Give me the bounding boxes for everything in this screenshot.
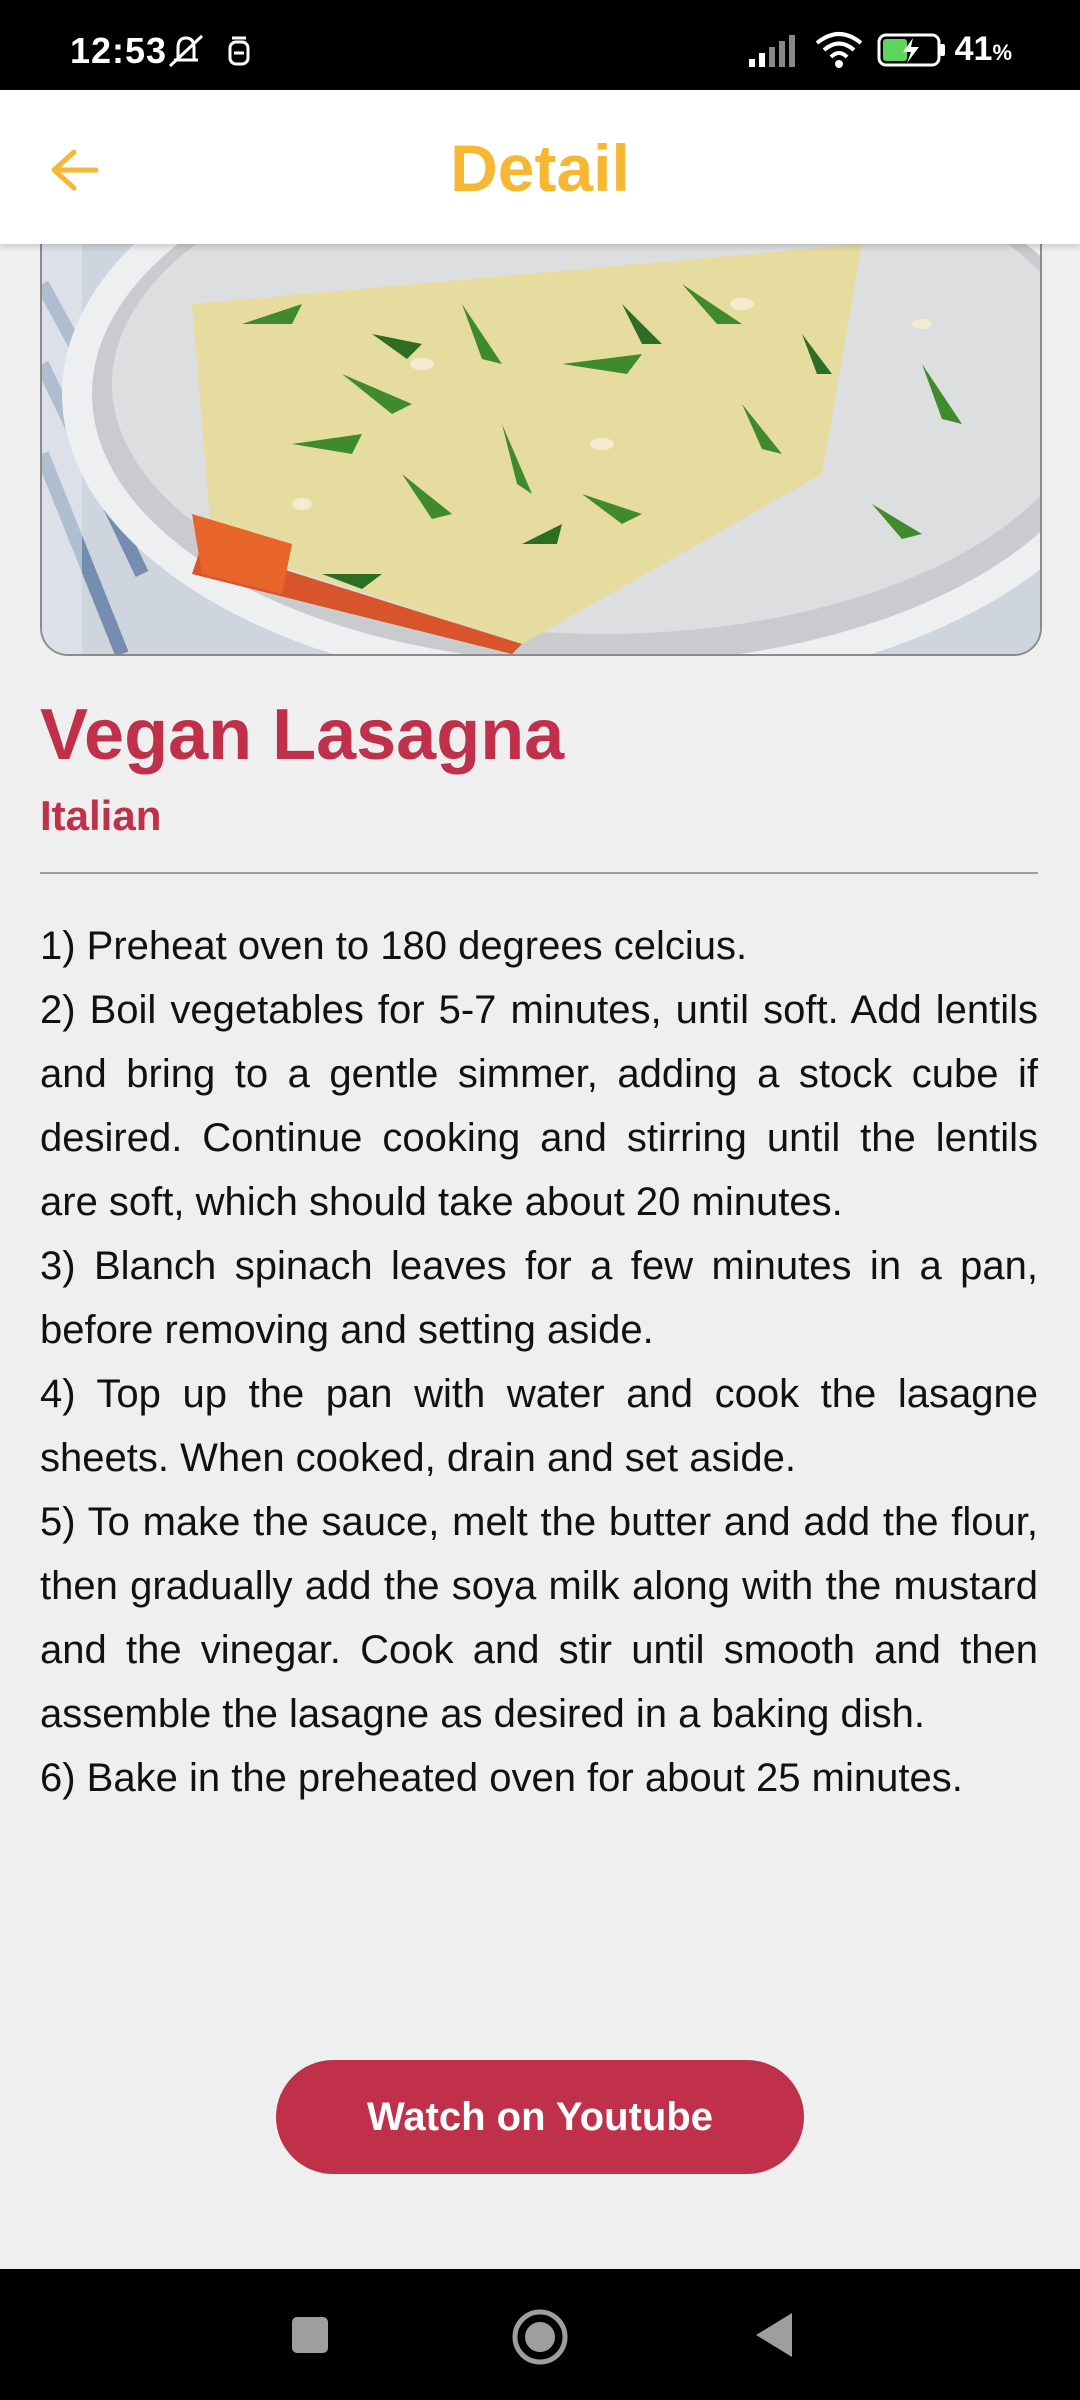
recipe-name: Vegan Lasagna bbox=[40, 695, 565, 775]
app-bar: Detail bbox=[0, 90, 1080, 244]
system-nav-bar bbox=[0, 2269, 1080, 2400]
instruction-step: 2) Boil vegetables for 5-7 minutes, unti… bbox=[40, 988, 1038, 1224]
wifi-icon bbox=[815, 31, 862, 68]
alarm-icon bbox=[228, 36, 250, 66]
instruction-step: 6) Bake in the preheated oven for about … bbox=[40, 1756, 963, 1800]
back-nav-icon bbox=[756, 2313, 792, 2357]
battery-charging-icon bbox=[877, 33, 945, 66]
battery-percent: 41% bbox=[954, 30, 1012, 68]
status-time: 12:53 bbox=[70, 30, 168, 71]
recipe-image bbox=[40, 244, 1042, 656]
watch-youtube-button[interactable]: Watch on Youtube bbox=[276, 2060, 804, 2174]
divider bbox=[40, 872, 1038, 874]
detail-scroll[interactable]: Vegan Lasagna Italian 1) Preheat oven to… bbox=[0, 244, 1080, 2269]
recipe-area: Italian bbox=[40, 792, 162, 839]
signal-icon bbox=[748, 34, 795, 67]
instruction-step: 1) Preheat oven to 180 degrees celcius. bbox=[40, 924, 748, 968]
status-right: 41% bbox=[747, 30, 1012, 69]
instruction-step: 3) Blanch spinach leaves for a few minut… bbox=[40, 1244, 1038, 1352]
status-left-icons bbox=[168, 34, 258, 75]
instruction-step: 5) To make the sauce, melt the butter an… bbox=[40, 1500, 1038, 1736]
instruction-step: 4) Top up the pan with water and cook th… bbox=[40, 1372, 1038, 1480]
recipe-instructions: 1) Preheat oven to 180 degrees celcius. … bbox=[40, 914, 1038, 1810]
page-title: Detail bbox=[450, 131, 630, 205]
recents-button[interactable] bbox=[280, 2305, 340, 2370]
status-bar: 12:53 41% bbox=[0, 0, 1080, 90]
mute-icon bbox=[168, 34, 204, 68]
home-icon bbox=[512, 2309, 568, 2365]
home-button[interactable] bbox=[508, 2305, 572, 2374]
recents-icon bbox=[292, 2317, 328, 2353]
back-nav-button[interactable] bbox=[748, 2305, 808, 2370]
